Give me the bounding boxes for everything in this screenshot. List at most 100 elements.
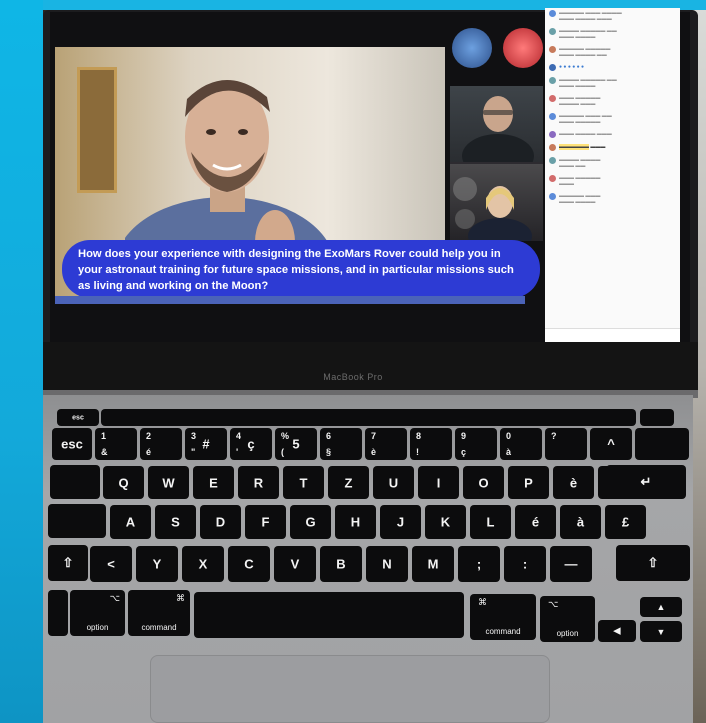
key-row-y-7[interactable]: M	[412, 546, 454, 582]
key-row-y-5[interactable]: B	[320, 546, 362, 582]
key-command-left[interactable]: ⌘ command	[128, 590, 190, 636]
key-arrow-up[interactable]: ▲	[640, 597, 682, 617]
key-letter: B	[336, 556, 346, 572]
trackpad[interactable]	[150, 655, 550, 723]
key-esc[interactable]: esc	[57, 409, 99, 426]
key-return-top[interactable]: ↵	[606, 465, 686, 499]
key-number-2[interactable]: 2é	[140, 428, 182, 460]
key-letter: Z	[344, 475, 353, 490]
key-letter: M	[427, 556, 439, 572]
key-row-q-0[interactable]: Q	[103, 466, 144, 499]
key-arrow-left[interactable]: ◀	[598, 620, 636, 642]
key-letter: K	[440, 514, 451, 530]
key-number-8[interactable]: 8!	[410, 428, 452, 460]
key-letter: N	[382, 556, 392, 572]
chat-panel[interactable]: ▬▬▬▬▬ ▬▬▬ ▬▬▬▬ ▬▬▬ ▬▬▬▬ ▬▬▬ ▬▬▬▬ ▬▬▬▬▬ ▬▬…	[545, 8, 680, 343]
key-row-y-4[interactable]: V	[274, 546, 316, 582]
key-arrow-down[interactable]: ▼	[640, 621, 682, 642]
key-number-7[interactable]: 7è	[365, 428, 407, 460]
key-number-3[interactable]: 3 " #	[185, 428, 227, 460]
key-row-a-5[interactable]: H	[335, 505, 376, 539]
key-row-y-1[interactable]: Y	[136, 546, 178, 582]
key-row-a-6[interactable]: J	[380, 505, 421, 539]
key-row-y-9[interactable]: :	[504, 546, 546, 582]
key-row-y-6[interactable]: N	[366, 546, 408, 582]
key-number-11[interactable]: ?	[545, 428, 587, 460]
touch-id-key[interactable]	[640, 409, 674, 426]
key-main-symbol: 5	[292, 436, 300, 452]
key-row-y-0[interactable]: <	[90, 546, 132, 582]
key-row-a-2[interactable]: D	[200, 505, 241, 539]
chat-input-bar[interactable]	[545, 328, 680, 343]
key-tab[interactable]	[50, 465, 100, 499]
key-row-a-8[interactable]: L	[470, 505, 511, 539]
key-command-right[interactable]: ⌘ command	[470, 594, 536, 640]
key-row-q-6[interactable]: U	[373, 466, 414, 499]
key-number-6[interactable]: 6 §	[320, 428, 362, 460]
key-shift-right[interactable]: ⇧	[616, 545, 690, 581]
key-row-a-7[interactable]: K	[425, 505, 466, 539]
key-row-y-3[interactable]: C	[228, 546, 270, 582]
key-letter: A	[125, 514, 136, 530]
key-bottom-symbol: è	[371, 447, 377, 457]
key-number-9[interactable]: 9ç	[455, 428, 497, 460]
key-row-a-3[interactable]: F	[245, 505, 286, 539]
side-video-feeds	[450, 86, 543, 254]
command-right-symbol: ⌘	[478, 597, 487, 607]
key-top-symbol: 6	[326, 431, 332, 441]
key-row-y-8[interactable]: ;	[458, 546, 500, 582]
key-letter: à	[576, 514, 585, 530]
key-option-right[interactable]: ⌥ option	[540, 596, 595, 642]
key-row-q-3[interactable]: R	[238, 466, 279, 499]
key-letter: D	[215, 514, 226, 530]
key-letter: é	[531, 514, 540, 530]
key-number-4[interactable]: 4 ' ç	[230, 428, 272, 460]
key-letter: X	[198, 556, 208, 572]
key-row-a-4[interactable]: G	[290, 505, 331, 539]
key-row-q-5[interactable]: Z	[328, 466, 369, 499]
wall-painting	[77, 67, 117, 193]
key-row-y-2[interactable]: X	[182, 546, 224, 582]
key-letter: O	[478, 475, 489, 490]
key-row-q-10[interactable]: è	[553, 466, 594, 499]
key-main-symbol: ^	[607, 436, 615, 452]
key-row-q-2[interactable]: E	[193, 466, 234, 499]
key-number-10[interactable]: 0à	[500, 428, 542, 460]
key-row-q-4[interactable]: T	[283, 466, 324, 499]
key-top-symbol: 9	[461, 431, 467, 441]
key-row-a-9[interactable]: é	[515, 505, 556, 539]
key-number-12[interactable]: ^	[590, 428, 632, 460]
key-option-left[interactable]: ⌥ option	[70, 590, 125, 636]
key-bottom-symbol: à	[506, 447, 512, 457]
key-letter: :	[522, 556, 528, 572]
key-space[interactable]	[194, 592, 464, 638]
key-number-1[interactable]: 1 &	[95, 428, 137, 460]
key-row-q-8[interactable]: O	[463, 466, 504, 499]
key-shift-left[interactable]: ⇧	[48, 545, 88, 581]
key-row-q-1[interactable]: W	[148, 466, 189, 499]
key-letter: S	[171, 514, 180, 530]
key-row-y-10[interactable]: —	[550, 546, 592, 582]
laptop-brand-label: MacBook Pro	[323, 372, 383, 382]
key-row-a-0[interactable]: A	[110, 505, 151, 539]
key-row-a-1[interactable]: S	[155, 505, 196, 539]
key-main-symbol: #	[202, 436, 210, 452]
touch-bar[interactable]	[101, 409, 636, 426]
key-row-a-11[interactable]: £	[605, 505, 646, 539]
command-label: command	[141, 623, 177, 632]
key-row-q-7[interactable]: I	[418, 466, 459, 499]
caption-background-strip	[55, 296, 525, 304]
key-letter: C	[244, 556, 254, 572]
key-caps-lock[interactable]	[48, 504, 106, 538]
key-row-q-9[interactable]: P	[508, 466, 549, 499]
key-number-0[interactable]: esc	[52, 428, 92, 460]
video-tile-participant-1	[450, 86, 543, 178]
key-bottom-symbol: &	[101, 447, 108, 457]
key-letter: T	[299, 475, 308, 490]
key-number-5[interactable]: %(5	[275, 428, 317, 460]
key-delete[interactable]	[635, 428, 689, 460]
question-caption: How does your experience with designing …	[62, 240, 540, 298]
key-fn[interactable]	[48, 590, 68, 636]
key-row-a-10[interactable]: à	[560, 505, 601, 539]
blue-frame-border	[0, 0, 43, 723]
